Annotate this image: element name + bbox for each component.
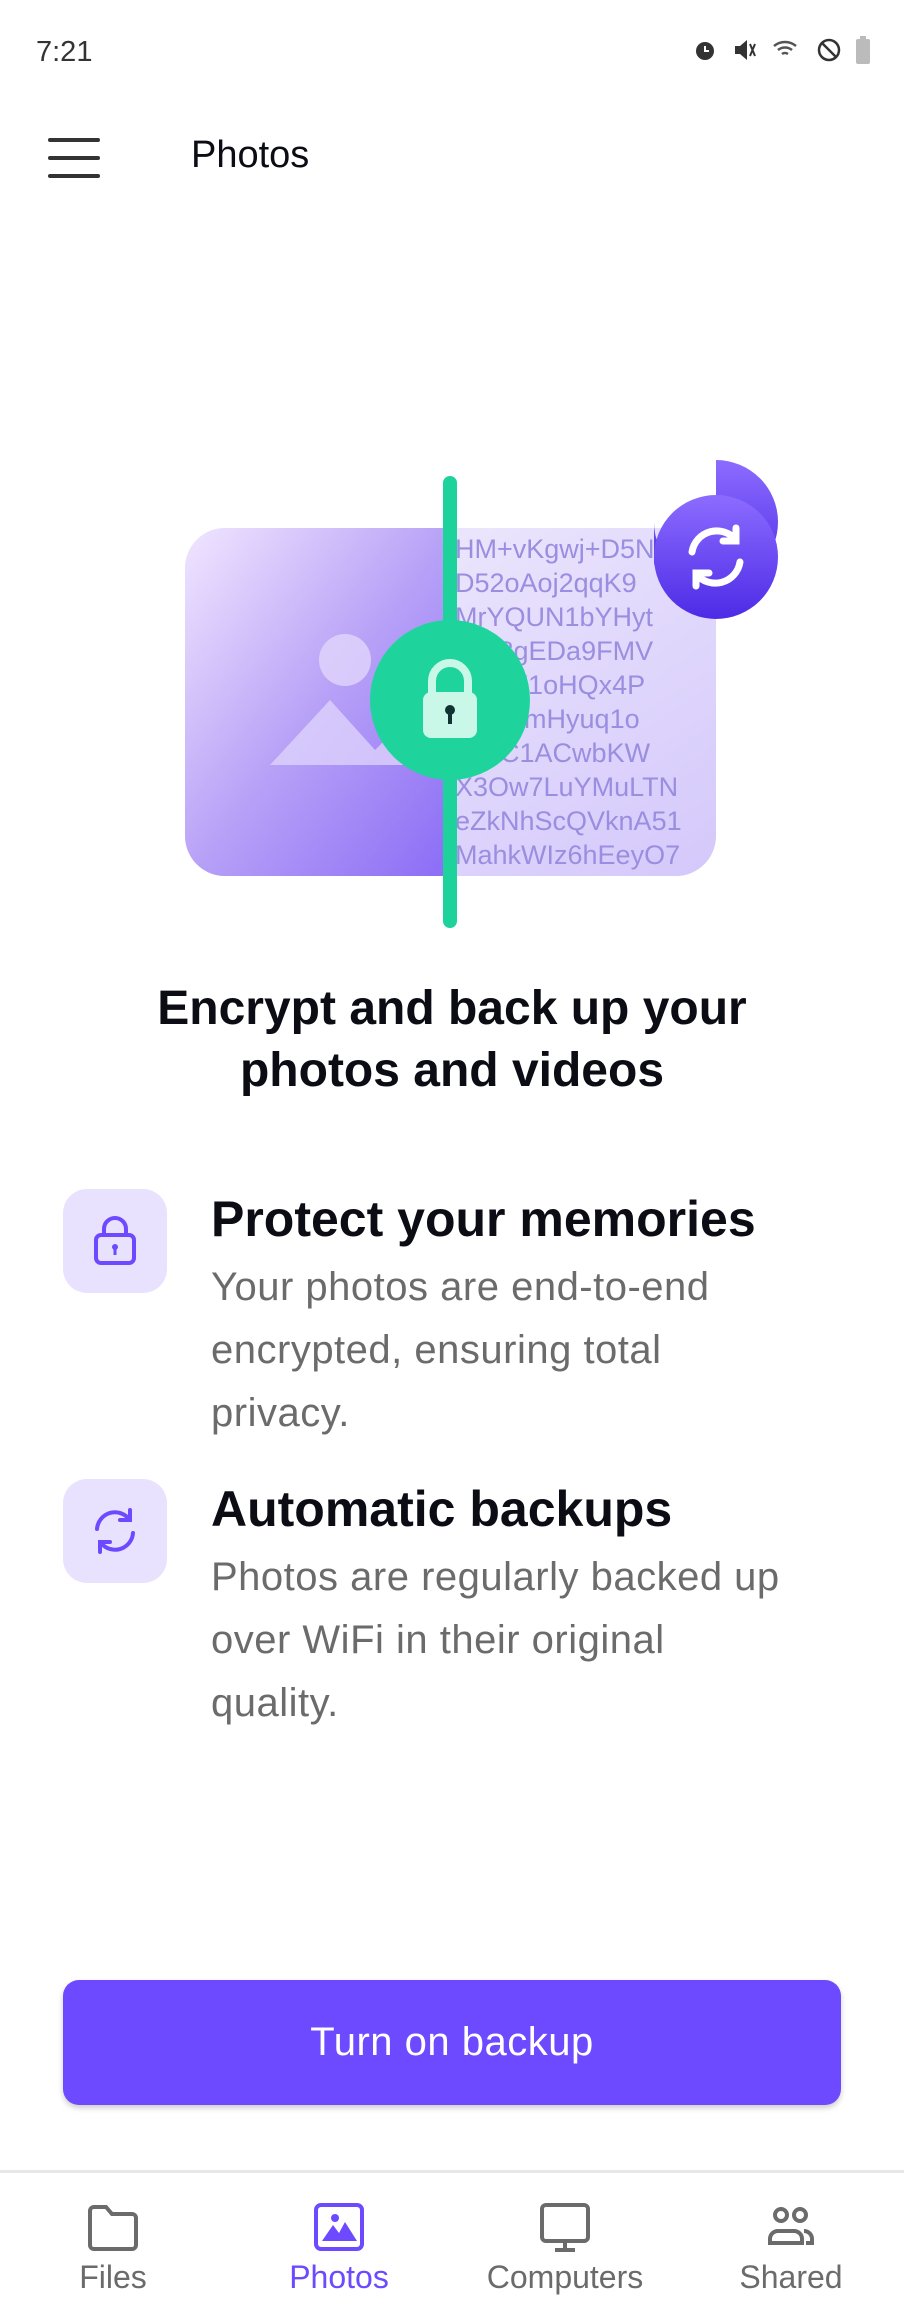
page-title: Photos [191, 134, 310, 176]
monitor-icon [540, 2203, 590, 2252]
folder-icon [88, 2205, 138, 2251]
onboarding-heading: Encrypt and back up your photos and vide… [157, 982, 747, 1097]
lock-badge [370, 620, 530, 780]
sync-badge [654, 460, 778, 619]
status-icons [692, 36, 870, 64]
feature-description: Your photos are end-to-end encrypted, ens… [211, 1265, 710, 1435]
mute-icon [735, 40, 756, 60]
nav-item-photos[interactable]: Photos [226, 2173, 452, 2316]
encryption-illustration: HM+vKgwj+D5N D52oAoj2qqK9 MrYQUN1bYHyt 0k8… [170, 460, 790, 940]
nav-item-files[interactable]: Files [0, 2173, 226, 2316]
feature-description: Photos are regularly backed up over WiFi … [211, 1555, 780, 1725]
feature-title: Automatic backups [211, 1481, 673, 1537]
lock-icon [63, 1189, 167, 1293]
photo-icon [314, 2203, 364, 2251]
nav-item-computers[interactable]: Computers [452, 2173, 678, 2316]
feature-title: Protect your memories [211, 1191, 756, 1247]
status-bar: 7:21 [0, 0, 904, 100]
hamburger-icon[interactable] [48, 138, 100, 178]
turn-on-backup-button[interactable]: Turn on backup [63, 1980, 841, 2105]
do-not-disturb-icon [817, 38, 841, 62]
status-time: 7:21 [36, 36, 93, 68]
wifi-icon [773, 40, 797, 56]
users-icon [768, 2207, 814, 2245]
nav-item-shared[interactable]: Shared [678, 2173, 904, 2316]
bottom-nav: Files Photos Computers Shared [0, 2170, 904, 2316]
alarm-icon [696, 42, 714, 60]
battery-icon [856, 36, 870, 64]
sync-icon [63, 1479, 167, 1583]
